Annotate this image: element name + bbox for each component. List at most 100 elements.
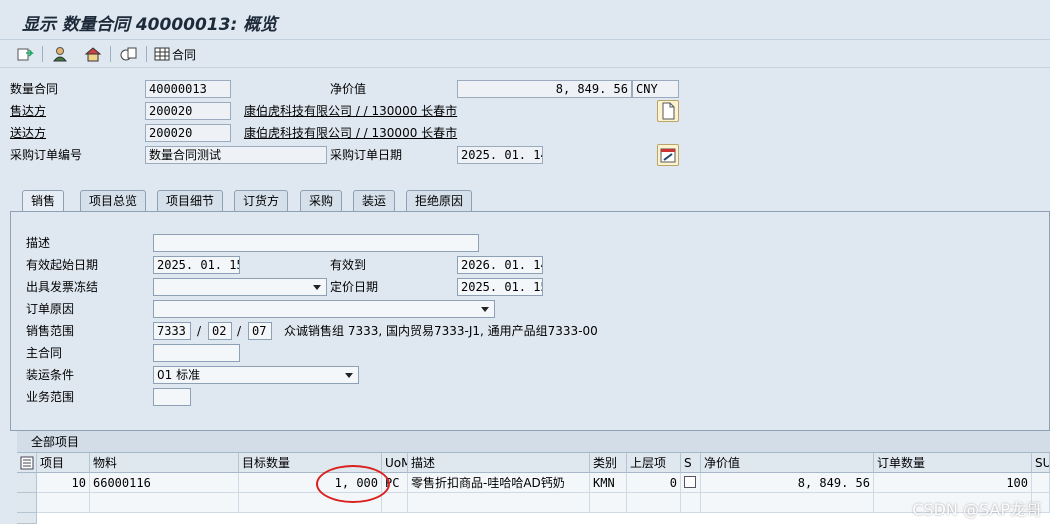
cell-s[interactable] — [681, 473, 701, 493]
pricing-date-field[interactable]: 2025. 01. 15 — [457, 278, 543, 296]
table-icon — [154, 47, 170, 61]
toolbar-separator — [42, 46, 43, 62]
billing-block-label: 出具发票冻结 — [26, 280, 99, 294]
items-grid-title-bar: 全部项目 — [17, 431, 1050, 453]
partner-button[interactable] — [52, 44, 68, 64]
tab-item-overview[interactable]: 项目总览 — [80, 190, 147, 212]
column-header-uom[interactable]: UoM — [382, 453, 408, 473]
ship-to-label[interactable]: 送达方 — [10, 124, 46, 142]
po-number-label: 采购订单编号 — [10, 148, 83, 162]
empty-cell[interactable] — [590, 493, 627, 513]
sales-area-label: 销售范围 — [26, 324, 75, 338]
document-flow-button[interactable] — [120, 44, 138, 64]
business-area-label: 业务范围 — [26, 390, 75, 404]
empty-cell[interactable] — [408, 493, 590, 513]
master-contract-field[interactable] — [153, 344, 240, 362]
valid-from-field[interactable]: 2025. 01. 15 — [153, 256, 240, 274]
sold-to-label[interactable]: 售达方 — [10, 102, 46, 120]
empty-cell[interactable] — [701, 493, 874, 513]
column-header-su[interactable]: SU — [1032, 453, 1050, 473]
house-icon — [84, 47, 102, 62]
tab-shipping[interactable]: 装运 — [353, 190, 396, 212]
division-field[interactable]: 07 — [248, 322, 272, 340]
tab-procurement[interactable]: 采购 — [300, 190, 343, 212]
row-selector[interactable] — [17, 473, 37, 493]
sales-area-separator: / — [237, 324, 242, 338]
sales-area-description: 众诚销售组 7333, 国内贸易7333-J1, 通用产品组7333-00 — [284, 324, 598, 338]
column-header-s[interactable]: S — [681, 453, 701, 473]
sales-org-field[interactable]: 7333 — [153, 322, 191, 340]
net-value-field[interactable]: 8, 849. 56 — [457, 80, 632, 98]
column-header-net-value[interactable]: 净价值 — [701, 453, 874, 473]
row-selector[interactable] — [17, 493, 37, 513]
po-date-field[interactable]: 2025. 01. 14 — [457, 146, 543, 164]
select-all-icon — [20, 456, 34, 470]
cell-material[interactable]: 66000116 — [90, 473, 239, 493]
column-header-material[interactable]: 物料 — [90, 453, 239, 473]
currency-field[interactable]: CNY — [632, 80, 679, 98]
tab-ordering-party[interactable]: 订货方 — [234, 190, 289, 212]
valid-to-label: 有效到 — [330, 258, 367, 272]
shipping-conditions-label: 装运条件 — [26, 368, 75, 382]
tab-strip: 销售 项目总览 项目细节 订货方 采购 装运 拒绝原因 — [10, 190, 1050, 213]
cell-higher-item[interactable]: 0 — [627, 473, 681, 493]
toolbar-separator — [110, 46, 111, 62]
title-bar: 显示 数量合同 40000013: 概览 — [0, 0, 1050, 40]
dist-channel-field[interactable]: 02 — [208, 322, 232, 340]
shipping-conditions-dropdown[interactable]: 01 标准 — [153, 366, 359, 384]
highlight-circle — [316, 465, 390, 503]
calendar-edit-icon — [660, 148, 676, 163]
document-button[interactable] — [657, 100, 679, 122]
empty-cell[interactable] — [37, 493, 90, 513]
empty-cell[interactable] — [90, 493, 239, 513]
document-flow-icon — [120, 47, 137, 61]
cell-net-value[interactable]: 8, 849. 56 — [701, 473, 874, 493]
ship-to-field[interactable]: 200020 — [145, 124, 231, 142]
sold-to-description[interactable]: 康伯虎科技有限公司 / / 130000 长春市 — [244, 102, 457, 120]
cell-su[interactable] — [1032, 473, 1050, 493]
display-change-icon — [17, 48, 34, 61]
ship-to-description[interactable]: 康伯虎科技有限公司 / / 130000 长春市 — [244, 124, 457, 142]
cell-order-quantity[interactable]: 100 — [874, 473, 1032, 493]
valid-to-field[interactable]: 2026. 01. 14 — [457, 256, 543, 274]
contract-label: 数量合同 — [10, 82, 59, 96]
watermark: CSDN @SAP龙哥 — [912, 500, 1042, 519]
row-selector[interactable] — [17, 513, 37, 524]
document-icon — [662, 102, 675, 120]
pricing-date-label: 定价日期 — [330, 280, 379, 294]
column-header-higher-item[interactable]: 上层项 — [627, 453, 681, 473]
contract-number-field[interactable]: 40000013 — [145, 80, 231, 98]
description-field[interactable] — [153, 234, 479, 252]
items-grid-title: 全部项目 — [31, 435, 80, 449]
contract-button-label: 合同 — [172, 47, 197, 62]
tab-item-detail[interactable]: 项目细节 — [157, 190, 224, 212]
cell-category[interactable]: KMN — [590, 473, 627, 493]
select-all-button[interactable] — [17, 453, 37, 473]
calendar-button[interactable] — [657, 144, 679, 166]
empty-cell[interactable] — [627, 493, 681, 513]
sold-to-field[interactable]: 200020 — [145, 102, 231, 120]
cell-description[interactable]: 零售折扣商品-哇哈哈AD钙奶 — [408, 473, 590, 493]
column-header-category[interactable]: 类别 — [590, 453, 627, 473]
column-header-item[interactable]: 项目 — [37, 453, 90, 473]
order-reason-label: 订单原因 — [26, 302, 75, 316]
empty-cell[interactable] — [382, 493, 408, 513]
header-button[interactable] — [84, 44, 102, 64]
tab-reason-for-rejection[interactable]: 拒绝原因 — [406, 190, 473, 212]
business-area-field[interactable] — [153, 388, 191, 406]
empty-cell[interactable] — [681, 493, 701, 513]
column-header-description[interactable]: 描述 — [408, 453, 590, 473]
display-change-button[interactable] — [16, 44, 34, 64]
po-number-field[interactable]: 数量合同测试 — [145, 146, 327, 164]
sales-area-separator: / — [197, 324, 202, 338]
order-reason-dropdown[interactable] — [153, 300, 495, 318]
cell-item[interactable]: 10 — [37, 473, 90, 493]
billing-block-dropdown[interactable] — [153, 278, 327, 296]
person-icon — [52, 47, 68, 62]
column-header-order-quantity[interactable]: 订单数量 — [874, 453, 1032, 473]
tab-sales[interactable]: 销售 — [22, 190, 65, 213]
net-value-label: 净价值 — [330, 82, 367, 96]
contract-button[interactable]: 合同 — [154, 44, 196, 64]
row-checkbox[interactable] — [684, 476, 696, 488]
po-date-label: 采购订单日期 — [330, 148, 403, 162]
